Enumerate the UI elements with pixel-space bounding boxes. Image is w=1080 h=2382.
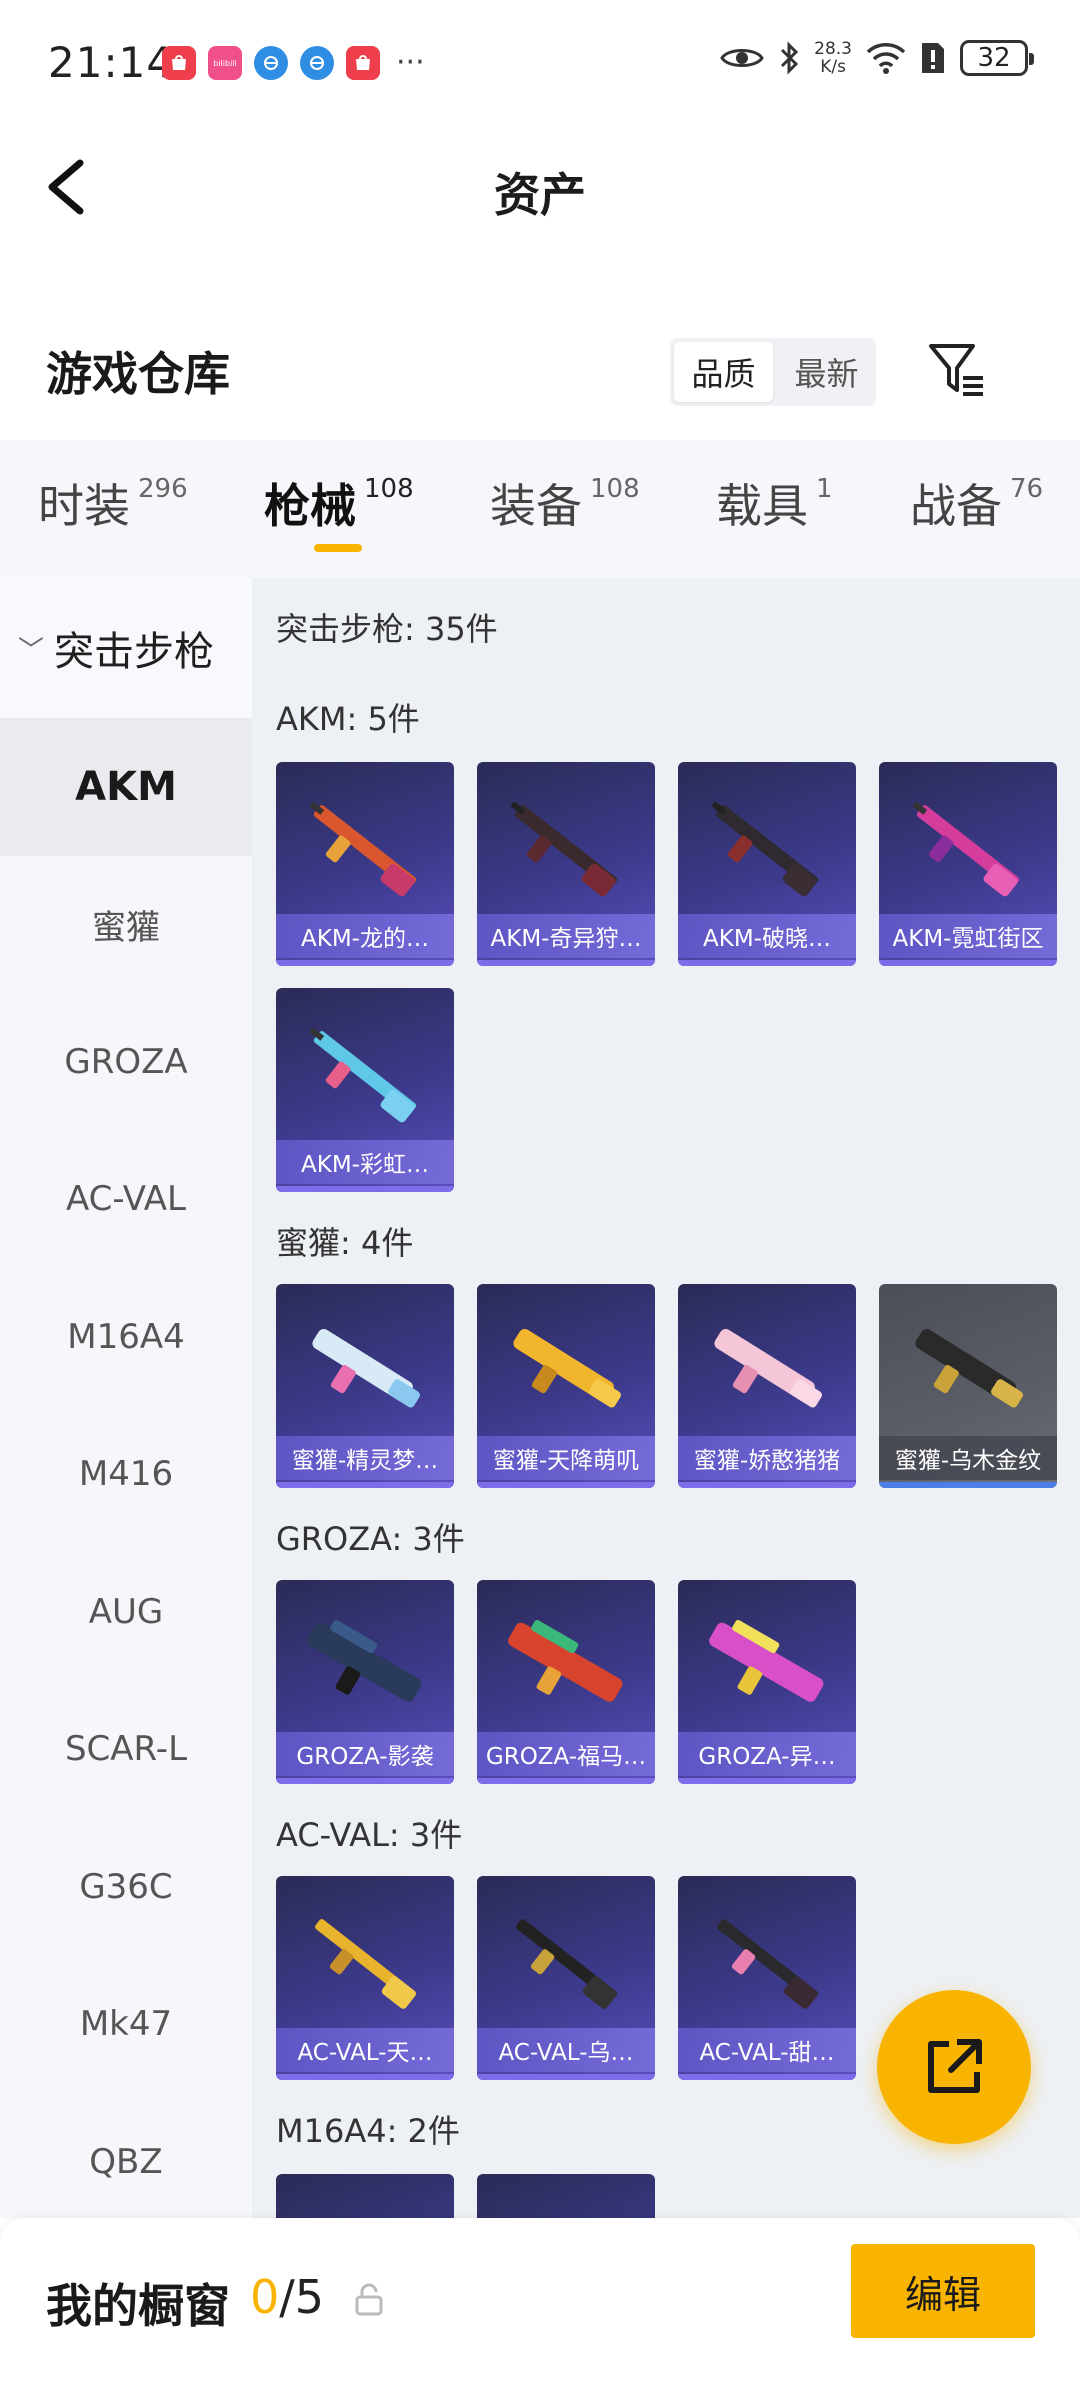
skin-card[interactable]: GROZA-异… [678, 1580, 856, 1784]
skin-card[interactable]: GROZA-福马… [477, 1580, 655, 1784]
tab-equipment[interactable]: 装备 108 [490, 470, 640, 536]
shopping-app-icon [162, 46, 196, 80]
browser-app-icon [254, 46, 288, 80]
sidebar-item-qbz[interactable]: QBZ [0, 2093, 252, 2218]
filter-icon [929, 344, 983, 396]
sidebar-item-g36c[interactable]: G36C [0, 1818, 252, 1956]
skin-card[interactable]: 蜜獾-天降萌叽 [477, 1284, 655, 1488]
category-tabs: 时装 296 枪械 108 装备 108 载具 1 战备 76 [0, 440, 1080, 578]
skin-card[interactable] [477, 2174, 655, 2218]
lock-icon [355, 2283, 383, 2316]
status-time: 21:14 [48, 38, 175, 87]
skin-card[interactable]: AKM-彩虹… [276, 988, 454, 1192]
bullpup-rifle-icon [307, 1619, 422, 1702]
tab-vehicles[interactable]: 载具 1 [716, 470, 833, 536]
bilibili-app-icon: bilibili [208, 46, 242, 80]
share-button[interactable] [877, 1990, 1031, 2144]
chevron-down-icon: ﹀ [18, 635, 45, 666]
edit-button[interactable]: 编辑 [851, 2244, 1035, 2338]
eye-icon [720, 49, 764, 67]
tab-supplies[interactable]: 战备 76 [910, 470, 1043, 536]
smg-icon [513, 1328, 621, 1408]
section-title: GROZA: 3件 [276, 1520, 465, 1558]
section-title: 蜜獾: 4件 [276, 1224, 414, 1262]
bullpup-rifle-icon [508, 1619, 623, 1702]
rifle-icon [711, 801, 819, 897]
tab-fashion[interactable]: 时装 296 [38, 470, 188, 536]
sidebar-item-aug[interactable]: AUG [0, 1543, 252, 1681]
skin-card[interactable] [276, 2174, 454, 2218]
sidebar-item-mk47[interactable]: Mk47 [0, 1956, 252, 2094]
rifle-icon [516, 1919, 618, 2009]
skin-card[interactable]: AKM-奇异狩… [477, 762, 655, 966]
sidebar-item-m16a4[interactable]: M16A4 [0, 1268, 252, 1406]
sort-quality-button[interactable]: 品质 [674, 342, 773, 402]
page-header: 资产 [0, 125, 1080, 255]
shopping-app-icon [346, 46, 380, 80]
filter-button[interactable] [925, 338, 991, 404]
rifle-icon [315, 1919, 417, 2009]
skin-card[interactable]: AC-VAL-甜… [678, 1876, 856, 2080]
smg-icon [915, 1328, 1023, 1408]
sidebar-group-assault-rifle[interactable]: ﹀ 突击步枪 [0, 578, 252, 718]
smg-icon [312, 1328, 420, 1408]
section-title: AKM: 5件 [276, 700, 420, 738]
sidebar-item-scar-l[interactable]: SCAR-L [0, 1681, 252, 1819]
weapon-skin-grid: 突击步枪: 35件 AKM: 5件 AKM-龙的… AKM-奇异狩… AKM-破… [252, 578, 1080, 2218]
sidebar-item-groza[interactable]: GROZA [0, 993, 252, 1131]
smg-icon [714, 1328, 822, 1408]
battery-icon: 32 [960, 40, 1034, 76]
rifle-icon [309, 1027, 417, 1123]
skin-card[interactable]: AKM-破晓… [678, 762, 856, 966]
warehouse-title: 游戏仓库 [46, 347, 230, 401]
share-external-icon [928, 2039, 982, 2093]
browser-app-icon [300, 46, 334, 80]
skin-card[interactable]: 蜜獾-娇憨猪猪 [678, 1284, 856, 1488]
skin-card[interactable]: AKM-霓虹街区 [879, 762, 1057, 966]
skin-card[interactable]: AC-VAL-乌… [477, 1876, 655, 2080]
sidebar-item-akm[interactable]: AKM [0, 718, 252, 856]
section-title: AC-VAL: 3件 [276, 1816, 463, 1854]
more-notifications-icon: ··· [396, 45, 425, 80]
sort-latest-button[interactable]: 最新 [777, 338, 876, 406]
rifle-icon [912, 801, 1020, 897]
wifi-icon [866, 43, 906, 74]
tab-guns[interactable]: 枪械 108 [264, 470, 414, 536]
showcase-title: 我的橱窗 [46, 2279, 230, 2333]
rifle-icon [309, 801, 417, 897]
sort-toggle: 品质 最新 [670, 338, 876, 406]
warehouse-toolbar: 游戏仓库 品质 最新 [0, 320, 1080, 420]
group-title: 突击步枪: 35件 [276, 610, 498, 648]
bluetooth-icon [781, 41, 799, 75]
rifle-icon [717, 1919, 819, 2009]
notification-icons: bilibili ··· [162, 46, 425, 80]
sidebar-item-m416[interactable]: M416 [0, 1406, 252, 1544]
section-title: M16A4: 2件 [276, 2112, 460, 2150]
status-indicators: 28.3 K/s 32 [720, 39, 1034, 77]
skin-card[interactable]: 蜜獾-精灵梦… [276, 1284, 454, 1488]
skin-card[interactable]: AKM-龙的… [276, 762, 454, 966]
skin-card[interactable]: AC-VAL-天… [276, 1876, 454, 2080]
sidebar-item-honey-badger[interactable]: 蜜獾 [0, 856, 252, 994]
showcase-bar: 我的橱窗 0/5 编辑 [0, 2218, 1080, 2382]
skin-card[interactable]: GROZA-影袭 [276, 1580, 454, 1784]
rifle-icon [510, 801, 618, 897]
page-title: 资产 [494, 168, 586, 222]
active-tab-indicator [314, 544, 362, 552]
status-bar: 21:14 bilibili ··· 28.3 K/s 32 [0, 0, 1080, 125]
network-speed: 28.3 K/s [814, 39, 852, 77]
weapon-sidebar: ﹀ 突击步枪 AKM 蜜獾 GROZA AC-VAL M16A4 M416 AU… [0, 578, 252, 2218]
sidebar-item-ac-val[interactable]: AC-VAL [0, 1131, 252, 1269]
sim-alert-icon [922, 43, 944, 73]
showcase-count: 0/5 [250, 2270, 325, 2324]
skin-card[interactable]: 蜜獾-乌木金纹 [879, 1284, 1057, 1488]
bullpup-rifle-icon [709, 1619, 824, 1702]
